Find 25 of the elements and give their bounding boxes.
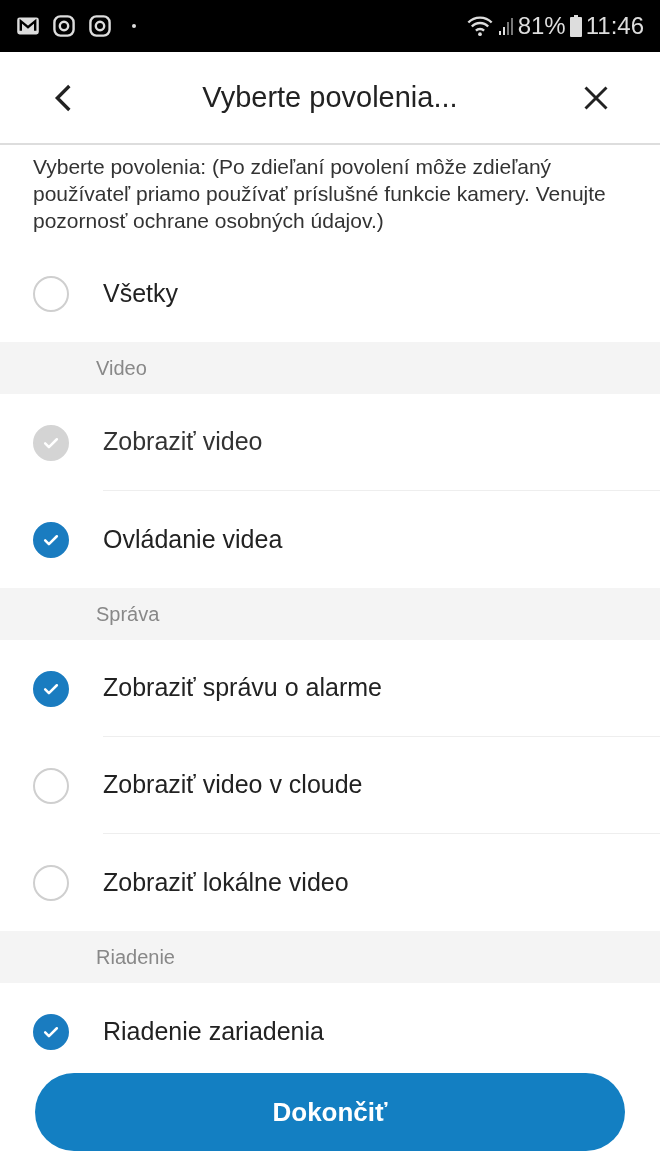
checkbox[interactable] bbox=[33, 1013, 69, 1050]
option-label: Riadenie zariadenia bbox=[103, 1015, 324, 1047]
section-header: Riadenie bbox=[0, 931, 660, 983]
wifi-icon bbox=[465, 14, 494, 38]
section-header: Video bbox=[0, 342, 660, 394]
camera-app-icon bbox=[88, 14, 112, 38]
clock: 11:46 bbox=[585, 11, 644, 41]
section-header: Správa bbox=[0, 588, 660, 640]
option-label: Zobraziť video v cloude bbox=[103, 769, 363, 801]
option-label: Všetky bbox=[103, 277, 179, 309]
dot-icon bbox=[132, 24, 136, 28]
checkbox[interactable] bbox=[33, 521, 69, 558]
option-label: Zobraziť lokálne video bbox=[103, 866, 349, 898]
option-label: Zobraziť video bbox=[103, 426, 263, 458]
option-label: Zobraziť správu o alarme bbox=[103, 672, 382, 704]
camera-app-icon bbox=[52, 14, 76, 38]
battery-icon bbox=[569, 14, 582, 38]
finish-button[interactable]: Dokončiť bbox=[35, 1073, 625, 1151]
mail-icon bbox=[16, 16, 40, 36]
description: Vyberte povolenia: (Po zdieľaní povolení môže zdieľaný používateľ priamo používať príslušné funkcie kamery. Venujte pozornosť ochrane osobných údajov.) bbox=[32, 154, 607, 234]
option-label: Ovládanie videa bbox=[103, 523, 283, 555]
battery-percentage: 81% bbox=[517, 11, 566, 41]
signal-icon bbox=[497, 16, 514, 36]
checkbox[interactable] bbox=[33, 670, 69, 707]
page-title: Vyberte povolenia... bbox=[201, 79, 459, 115]
